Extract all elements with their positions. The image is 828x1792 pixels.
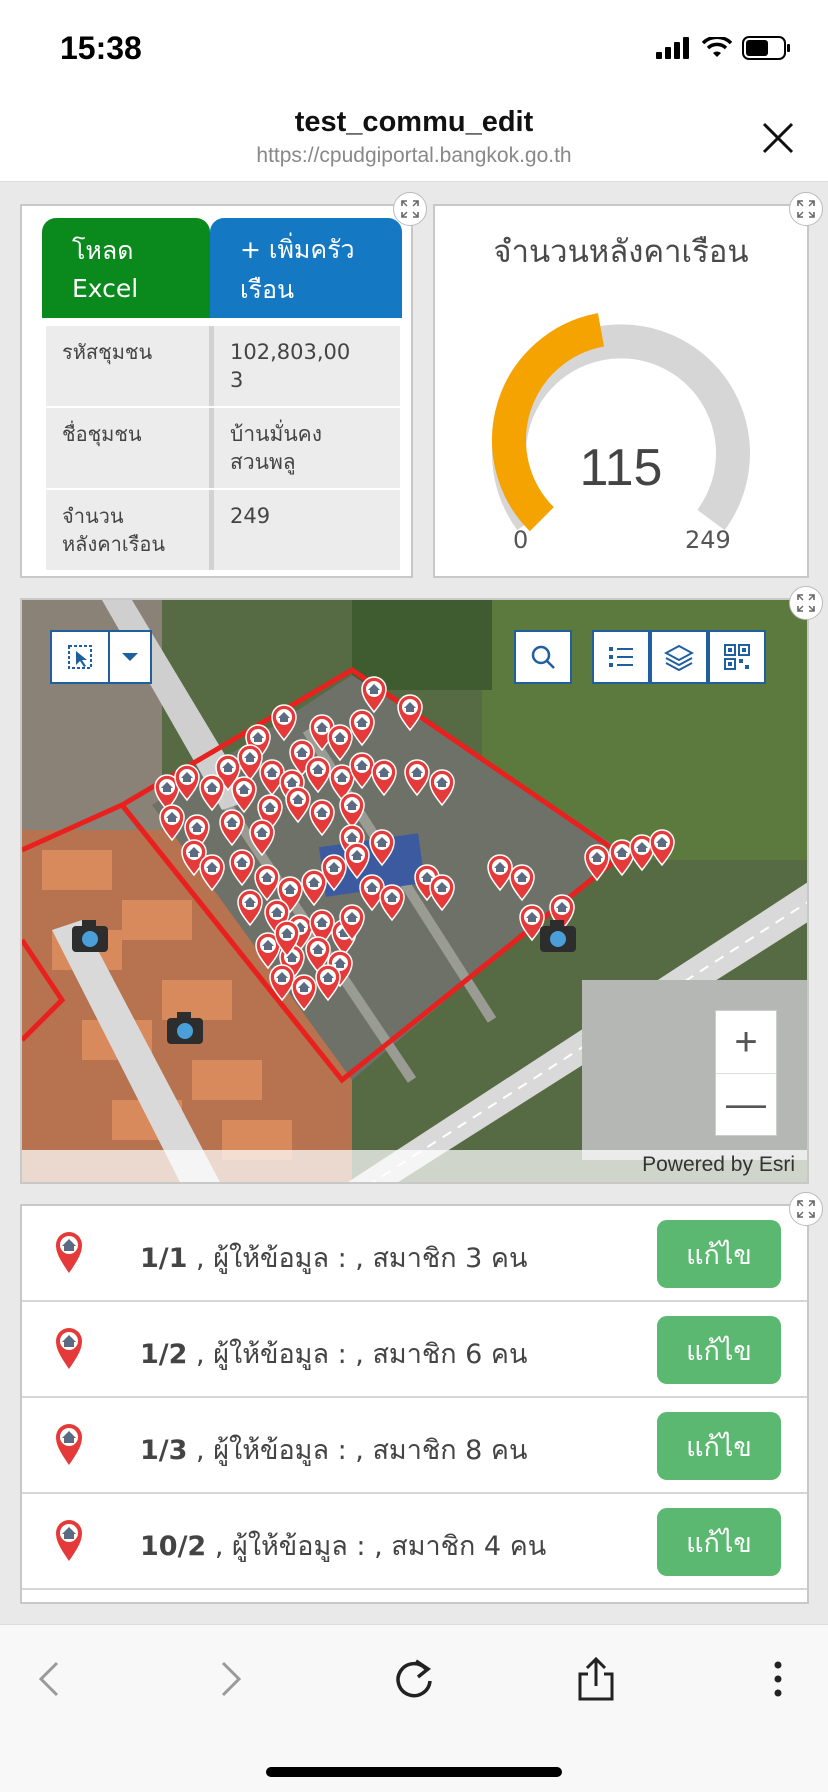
page-url[interactable]: https://cpudgiportal.bangkok.go.th [0, 144, 828, 168]
household-list: 1/1 , ผู้ให้ข้อมูล : , สมาชิก 3 คน แก้ไข… [20, 1204, 809, 1604]
status-time: 15:38 [60, 30, 142, 66]
list-item[interactable]: 1/1 , ผู้ให้ข้อมูล : , สมาชิก 3 คน แก้ไข [22, 1206, 807, 1302]
zoom-controls: + — [715, 1010, 777, 1136]
edit-button[interactable]: แก้ไข [657, 1220, 781, 1288]
signal-icon [656, 37, 689, 59]
download-excel-button[interactable]: โหลด Excel [42, 218, 210, 318]
layers-button[interactable] [650, 630, 708, 684]
qr-gallery-icon [724, 644, 750, 670]
browser-header: test_commu_edit https://cpudgiportal.ban… [0, 96, 828, 182]
household-detail: , ผู้ให้ข้อมูล : , สมาชิก 6 คน [196, 1339, 528, 1370]
gauge-max-label: 249 [685, 526, 731, 554]
map-search-button[interactable] [514, 630, 572, 684]
more-menu-button[interactable] [748, 1649, 808, 1709]
household-id: 1/1 [140, 1243, 188, 1274]
satellite-map[interactable] [22, 600, 809, 1184]
web-content: โหลด Excel + เพิ่มครัว เรือน รหัสชุมชน 1… [0, 182, 828, 1624]
household-label: 1/3 , ผู้ให้ข้อมูล : , สมาชิก 8 คน [140, 1428, 527, 1471]
map-attribution-bar: Powered by Esri [22, 1150, 807, 1182]
esri-attribution[interactable]: Powered by Esri [642, 1153, 795, 1177]
gauge-value: 115 [579, 439, 663, 497]
community-info-card: โหลด Excel + เพิ่มครัว เรือน รหัสชุมชน 1… [20, 204, 413, 578]
list-item[interactable]: 1/2 , ผู้ให้ข้อมูล : , สมาชิก 6 คน แก้ไข [22, 1302, 807, 1398]
household-gauge-card: จำนวนหลังคาเรือน 115 0 249 [433, 204, 809, 578]
wifi-icon [702, 37, 732, 57]
household-id: 10/2 [140, 1531, 207, 1562]
list-icon [609, 647, 633, 667]
info-key: ชื่อชุมชน [46, 408, 214, 488]
community-info-table: รหัสชุมชน 102,803,00 3 ชื่อชุมชน บ้านมั่… [46, 326, 400, 572]
household-detail: , ผู้ให้ข้อมูล : , สมาชิก 3 คน [196, 1243, 528, 1274]
reload-button[interactable] [384, 1649, 444, 1709]
back-button[interactable] [20, 1649, 80, 1709]
download-excel-label-2: Excel [72, 274, 139, 303]
expand-icon[interactable] [393, 192, 427, 226]
info-row-community-name: ชื่อชุมชน บ้านมั่นคง สวนพลู [46, 408, 400, 490]
status-icons [656, 36, 792, 60]
select-tool-button[interactable] [50, 630, 110, 684]
select-dropdown-button[interactable] [108, 630, 152, 684]
search-icon [531, 645, 555, 669]
legend-button[interactable] [592, 630, 650, 684]
house-pin-icon [56, 1328, 82, 1369]
chevron-right-icon [221, 1661, 242, 1697]
edit-button[interactable]: แก้ไข [657, 1508, 781, 1576]
expand-icon[interactable] [789, 192, 823, 226]
battery-icon [742, 36, 790, 60]
reload-icon [396, 1659, 432, 1698]
add-household-label-1: + เพิ่มครัว [240, 235, 355, 264]
forward-button[interactable] [200, 1649, 260, 1709]
household-id: 1/3 [140, 1435, 188, 1466]
add-household-button[interactable]: + เพิ่มครัว เรือน [210, 218, 402, 318]
info-row-household-count: จำนวน หลังคาเรือน 249 [46, 490, 400, 572]
info-key: จำนวน หลังคาเรือน [46, 490, 214, 570]
edit-button[interactable]: แก้ไข [657, 1412, 781, 1480]
chevron-down-icon [122, 653, 138, 661]
status-bar: 15:38 [0, 0, 828, 96]
list-item[interactable]: 1/3 , ผู้ให้ข้อมูล : , สมาชิก 8 คน แก้ไข [22, 1398, 807, 1494]
home-indicator[interactable] [266, 1767, 562, 1777]
info-key: รหัสชุมชน [46, 326, 214, 406]
house-pin-icon [56, 1520, 82, 1561]
list-item[interactable]: 10/2 , ผู้ให้ข้อมูล : , สมาชิก 4 คน แก้ไ… [22, 1494, 807, 1590]
share-button[interactable] [566, 1649, 626, 1709]
info-value: 102,803,00 3 [230, 340, 351, 392]
info-value: 249 [230, 504, 271, 528]
info-row-community-code: รหัสชุมชน 102,803,00 3 [46, 326, 400, 408]
community-map[interactable]: + — Powered by Esri [20, 598, 809, 1184]
browser-toolbar [0, 1624, 828, 1792]
edit-button[interactable]: แก้ไข [657, 1316, 781, 1384]
page-title: test_commu_edit [294, 106, 534, 138]
basemap-gallery-button[interactable] [708, 630, 766, 684]
expand-icon[interactable] [789, 1192, 823, 1226]
share-icon [578, 1656, 614, 1701]
gauge-min-label: 0 [513, 526, 529, 554]
household-detail: , ผู้ให้ข้อมูล : , สมาชิก 4 คน [214, 1531, 547, 1562]
gauge-chart [492, 313, 750, 532]
expand-icon[interactable] [789, 586, 823, 620]
info-value: บ้านมั่นคง สวนพลู [230, 422, 322, 474]
add-household-label-2: เรือน [240, 275, 295, 304]
more-vertical-icon [774, 1661, 782, 1697]
layers-icon [664, 644, 694, 671]
chevron-left-icon [38, 1661, 59, 1697]
household-label: 1/1 , ผู้ให้ข้อมูล : , สมาชิก 3 คน [140, 1236, 527, 1279]
house-pin-icon [56, 1424, 82, 1465]
zoom-out-button[interactable]: — [716, 1073, 776, 1135]
household-id: 1/2 [140, 1339, 188, 1370]
household-label: 10/2 , ผู้ให้ข้อมูล : , สมาชิก 4 คน [140, 1524, 546, 1567]
house-pin-icon [56, 1232, 82, 1273]
gauge-title: จำนวนหลังคาเรือน [493, 234, 749, 270]
household-label: 1/2 , ผู้ให้ข้อมูล : , สมาชิก 6 คน [140, 1332, 527, 1375]
zoom-in-button[interactable]: + [716, 1011, 776, 1073]
download-excel-label-1: โหลด [72, 236, 134, 265]
household-detail: , ผู้ให้ข้อมูล : , สมาชิก 8 คน [196, 1435, 528, 1466]
select-icon [68, 645, 92, 669]
close-icon[interactable] [758, 118, 798, 158]
